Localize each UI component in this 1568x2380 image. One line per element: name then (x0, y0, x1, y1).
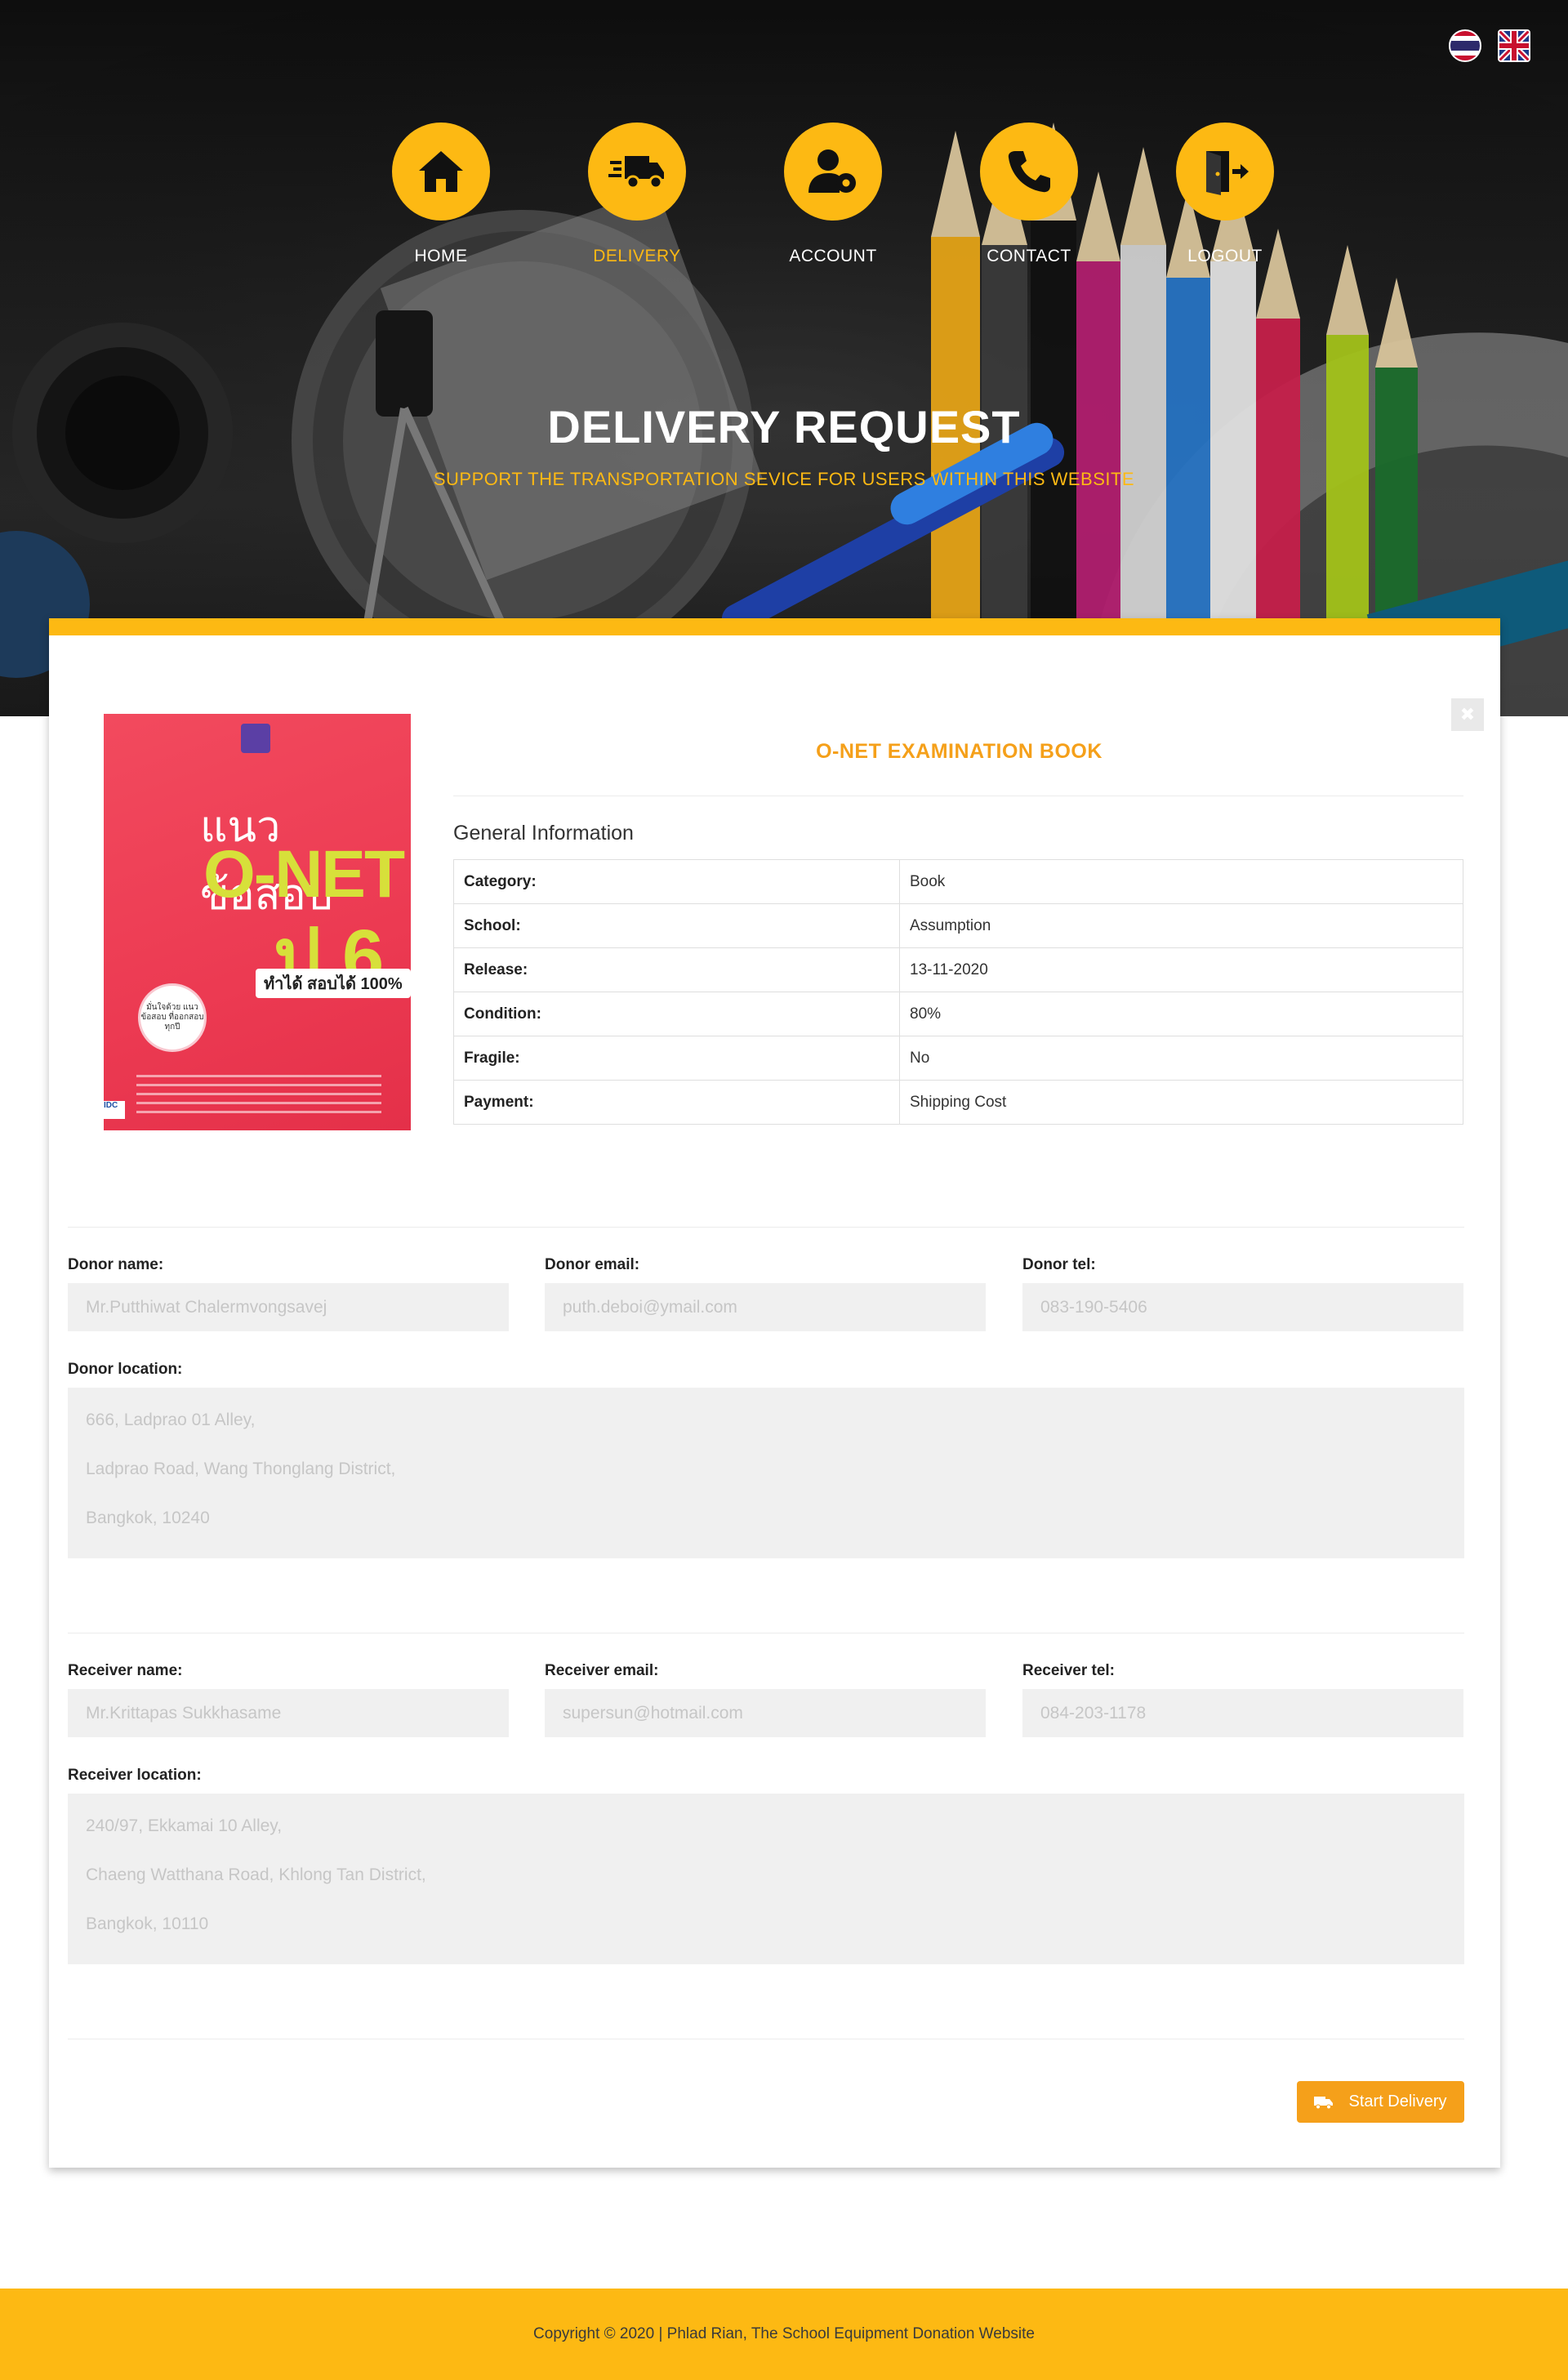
nav-item-delivery[interactable]: DELIVERY (539, 123, 735, 266)
general-info-heading: General Information (453, 822, 634, 845)
copyright-text: Copyright © 2020 | Phlad Rian, The Schoo… (533, 2325, 1035, 2342)
info-value: 13-11-2020 (899, 947, 1463, 992)
info-key: Condition: (453, 992, 900, 1036)
language-switcher (1449, 29, 1530, 62)
donor-name-field[interactable]: Mr.Putthiwat Chalermvongsavej (68, 1283, 509, 1331)
donor-tel-field[interactable]: 083-190-5406 (1022, 1283, 1463, 1331)
nav-label-account: ACCOUNT (789, 247, 877, 265)
table-row: Category: Book (453, 859, 1463, 904)
info-key: Fragile: (453, 1036, 900, 1081)
donor-location-line: Ladprao Road, Wang Thonglang District, (86, 1460, 396, 1478)
info-key: School: (453, 903, 900, 948)
table-row: School: Assumption (453, 903, 1463, 948)
nav-label-delivery: DELIVERY (593, 247, 681, 265)
book-cover-badge: มั่นใจด้วย แนวข้อสอบ ที่ออกสอบ ทุกปี (138, 983, 207, 1052)
user-gear-icon (784, 123, 882, 221)
book-cover-tag: ทำได้ สอบได้ 100% (256, 969, 411, 998)
info-key: Payment: (453, 1080, 900, 1125)
donor-tel-label: Donor tel: (1022, 1256, 1096, 1273)
donor-location-label: Donor location: (68, 1361, 183, 1378)
truck-icon (1314, 2096, 1334, 2109)
book-cover-image: แนวข้อสอบ O-NET ป.6 ทำได้ สอบได้ 100% มั… (104, 714, 411, 1130)
receiver-location-line: Bangkok, 10110 (86, 1914, 209, 1933)
donor-email-field[interactable]: puth.deboi@ymail.com (545, 1283, 986, 1331)
logout-door-icon (1176, 123, 1274, 221)
table-row: Fragile: No (453, 1036, 1463, 1081)
main-navigation: HOME DELIVERY ACCOUNT CONTACT LOGOUT (343, 123, 1323, 266)
delivery-truck-icon (588, 123, 686, 221)
nav-item-home[interactable]: HOME (343, 123, 539, 266)
info-key: Release: (453, 947, 900, 992)
uk-flag-icon[interactable] (1498, 29, 1530, 62)
stationery-background-image (0, 0, 1568, 716)
footer: Copyright © 2020 | Phlad Rian, The Schoo… (0, 2289, 1568, 2380)
nav-item-account[interactable]: ACCOUNT (735, 123, 931, 266)
info-key: Category: (453, 859, 900, 904)
close-icon[interactable]: ✖ (1451, 698, 1484, 731)
info-value: Shipping Cost (899, 1080, 1463, 1125)
page-title: DELIVERY REQUEST (547, 401, 1021, 452)
thailand-flag-icon[interactable] (1449, 29, 1481, 62)
uk-flag-graphic (1499, 31, 1529, 60)
page-subtitle: SUPPORT THE TRANSPORTATION SEVICE FOR US… (433, 469, 1135, 489)
table-row: Release: 13-11-2020 (453, 947, 1463, 992)
table-row: Payment: Shipping Cost (453, 1080, 1463, 1125)
receiver-tel-field[interactable]: 084-203-1178 (1022, 1689, 1463, 1737)
donor-location-field[interactable]: 666, Ladprao 01 Alley, Ladprao Road, Wan… (68, 1388, 1464, 1558)
item-title: O-NET EXAMINATION BOOK (816, 740, 1102, 763)
donor-location-line: Bangkok, 10240 (86, 1509, 210, 1527)
receiver-name-field[interactable]: Mr.Krittapas Sukkhasame (68, 1689, 509, 1737)
info-value: No (899, 1036, 1463, 1081)
donor-name-label: Donor name: (68, 1256, 164, 1273)
divider (68, 1227, 1464, 1228)
publisher-badge (241, 724, 270, 753)
start-delivery-label: Start Delivery (1348, 2093, 1447, 2110)
donor-location-line: 666, Ladprao 01 Alley, (86, 1411, 256, 1429)
info-value: Assumption (899, 903, 1463, 948)
receiver-location-label: Receiver location: (68, 1767, 202, 1784)
nav-label-home: HOME (414, 247, 468, 265)
receiver-email-label: Receiver email: (545, 1662, 659, 1679)
start-delivery-button[interactable]: Start Delivery (1297, 2081, 1464, 2123)
phone-icon (980, 123, 1078, 221)
book-cover-publisher-logo: IDC (104, 1101, 125, 1119)
nav-label-logout: LOGOUT (1187, 247, 1263, 265)
receiver-email-field[interactable]: supersun@hotmail.com (545, 1689, 986, 1737)
nav-label-contact: CONTACT (987, 247, 1071, 265)
nav-item-contact[interactable]: CONTACT (931, 123, 1127, 266)
general-info-table: Category: Book School: Assumption Release:… (453, 859, 1463, 1125)
receiver-location-line: 240/97, Ekkamai 10 Alley, (86, 1816, 283, 1835)
book-cover-text-lines (136, 1068, 381, 1120)
info-value: 80% (899, 992, 1463, 1036)
receiver-location-field[interactable]: 240/97, Ekkamai 10 Alley, Chaeng Watthan… (68, 1794, 1464, 1964)
receiver-tel-label: Receiver tel: (1022, 1662, 1116, 1679)
hero-banner: HOME DELIVERY ACCOUNT CONTACT LOGOUT DEL… (0, 0, 1568, 716)
home-icon (392, 123, 490, 221)
delivery-request-card: ✖ แนวข้อสอบ O-NET ป.6 ทำได้ สอบได้ 100% … (49, 618, 1500, 2168)
table-row: Condition: 80% (453, 992, 1463, 1036)
donor-email-label: Donor email: (545, 1256, 640, 1273)
receiver-location-line: Chaeng Watthana Road, Khlong Tan Distric… (86, 1865, 426, 1884)
nav-item-logout[interactable]: LOGOUT (1127, 123, 1323, 266)
receiver-name-label: Receiver name: (68, 1662, 183, 1679)
info-value: Book (899, 859, 1463, 904)
